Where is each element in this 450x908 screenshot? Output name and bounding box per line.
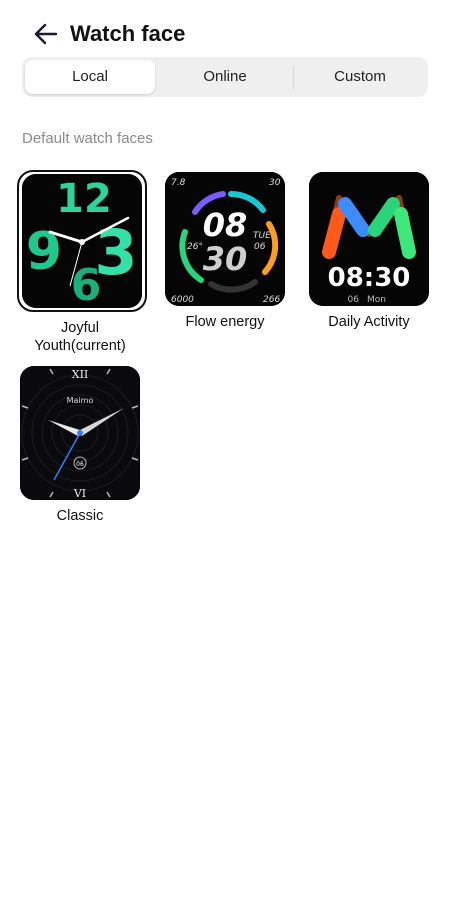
face-name: Joyful Youth(current) xyxy=(34,320,126,354)
app-header: Watch face xyxy=(0,0,450,64)
selected-frame: 12 9 6 3 xyxy=(17,170,147,312)
face-name: Classic xyxy=(56,508,104,524)
tab-custom[interactable]: Custom xyxy=(295,60,425,94)
face-digit-9: 9 xyxy=(26,222,62,282)
face-time: 08:30 xyxy=(328,263,411,293)
face-numeral-xii: XII xyxy=(72,368,89,381)
face-minute: 30 xyxy=(203,240,248,278)
section-title: Default watch faces xyxy=(22,130,153,147)
tab-divider xyxy=(293,65,294,89)
face-steps-value: 6000 xyxy=(171,295,194,305)
watch-face-flow-energy[interactable]: 7.8 30 6000 266 08 30 26° TUE 06 Flow en… xyxy=(162,172,288,331)
watch-face-preview: 7.8 30 6000 266 08 30 26° TUE 06 xyxy=(165,172,285,306)
face-hour: 08 xyxy=(203,206,248,244)
tab-online[interactable]: Online xyxy=(160,60,290,94)
watch-face-preview: 08:30 06 Mon xyxy=(309,172,429,306)
face-date: 06 xyxy=(348,295,360,305)
face-name: Flow energy xyxy=(185,314,265,330)
page-title: Watch face xyxy=(70,21,186,46)
face-date: 06 xyxy=(254,242,266,252)
watch-face-source-tabs: Local Online Custom xyxy=(22,57,428,97)
tab-local[interactable]: Local xyxy=(25,60,155,94)
face-name: Daily Activity xyxy=(328,314,410,330)
face-date: 06 xyxy=(76,461,84,468)
face-calories-value: 266 xyxy=(263,295,280,305)
face-digit-3: 3 xyxy=(94,216,137,289)
watch-face-preview: 12 9 6 3 xyxy=(22,174,142,308)
watch-face-preview: XII VI Maimo 06 xyxy=(20,366,140,500)
face-top-left-value: 7.8 xyxy=(171,178,186,188)
face-temperature: 26° xyxy=(187,242,203,252)
arrow-left-icon[interactable] xyxy=(32,20,60,48)
watch-face-daily-activity[interactable]: 08:30 06 Mon Daily Activity xyxy=(306,172,432,331)
watch-face-classic[interactable]: XII VI Maimo 06 Classic xyxy=(17,366,143,525)
face-top-right-value: 30 xyxy=(269,178,281,188)
watch-face-joyful-youth[interactable]: 12 9 6 3 Joyful Youth(current) xyxy=(17,170,147,355)
face-day: TUE xyxy=(253,231,271,241)
face-numeral-vi: VI xyxy=(73,487,86,500)
face-day: Mon xyxy=(367,295,386,305)
face-brand: Maimo xyxy=(67,396,94,405)
